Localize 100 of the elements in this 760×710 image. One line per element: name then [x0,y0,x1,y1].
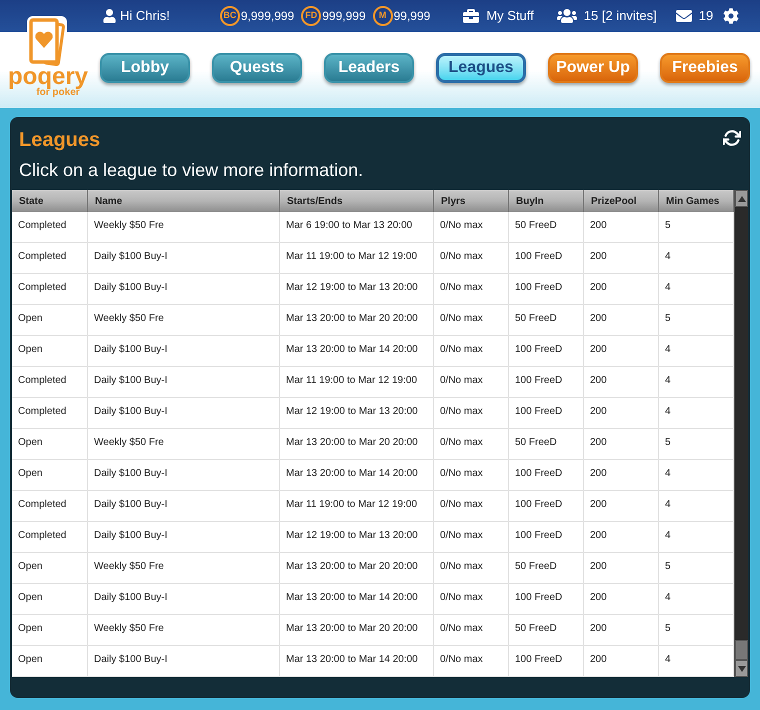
table-cell: Open [12,646,88,676]
table-cell: 200 [584,522,659,552]
column-header[interactable]: Name [88,190,280,212]
table-cell: Daily $100 Buy-I [88,398,280,428]
table-cell: 200 [584,398,659,428]
table-cell: 50 FreeD [509,212,584,242]
table-cell: Mar 11 19:00 to Mar 12 19:00 [280,367,434,397]
table-cell: Completed [12,367,88,397]
coin-icon: M [372,6,393,26]
currency-amount: 9,999,999 [240,8,294,25]
currency-amount: 999,999 [322,8,366,25]
messages-button[interactable]: 19 [674,6,714,26]
my-stuff-button[interactable]: My Stuff [462,6,534,26]
table-cell: 200 [584,553,659,583]
table-cell: 200 [584,615,659,645]
table-cell: Mar 12 19:00 to Mar 13 20:00 [280,522,434,552]
table-cell: 200 [584,274,659,304]
table-cell: Daily $100 Buy-I [88,336,280,366]
table-cell: Completed [12,522,88,552]
table-cell: 200 [584,584,659,614]
greeting: Hi Chris! [120,7,170,26]
table-cell: Mar 12 19:00 to Mar 13 20:00 [280,274,434,304]
scroll-thumb[interactable] [735,640,748,660]
table-cell: Open [12,584,88,614]
table-cell: 50 FreeD [509,429,584,459]
table-cell: Mar 11 19:00 to Mar 12 19:00 [280,491,434,521]
table-cell: Mar 13 20:00 to Mar 20 20:00 [280,553,434,583]
table-cell: Open [12,336,88,366]
table-cell: Mar 13 20:00 to Mar 14 20:00 [280,460,434,490]
table-cell: 50 FreeD [509,553,584,583]
table-cell: Mar 13 20:00 to Mar 14 20:00 [280,584,434,614]
currency-amount: 99,999 [394,8,430,25]
column-header[interactable]: BuyIn [509,190,584,212]
table-cell: Mar 13 20:00 to Mar 20 20:00 [280,429,434,459]
table-cell: 0/No max [434,367,509,397]
table-cell: Daily $100 Buy-I [88,522,280,552]
table-cell: 200 [584,460,659,490]
table-cell: 0/No max [434,584,509,614]
table-cell: 100 FreeD [509,491,584,521]
table-cell: Completed [12,398,88,428]
table-cell: 200 [584,212,659,242]
table-cell: 100 FreeD [509,398,584,428]
table-cell: 200 [584,491,659,521]
table-cell: Completed [12,212,88,242]
table-cell: 100 FreeD [509,584,584,614]
table-cell: 200 [584,243,659,273]
table-cell: Mar 12 19:00 to Mar 13 20:00 [280,398,434,428]
table-cell: 50 FreeD [509,305,584,335]
table-cell: 100 FreeD [509,243,584,273]
table-cell: 100 FreeD [509,460,584,490]
table-cell: 200 [584,336,659,366]
table-cell: 0/No max [434,460,509,490]
table-cell: 0/No max [434,336,509,366]
column-header[interactable]: Starts/Ends [280,190,434,212]
table-cell: Mar 13 20:00 to Mar 14 20:00 [280,646,434,676]
scrollbar[interactable] [734,190,748,677]
friends-button[interactable]: 15 [2 invites] [556,6,657,26]
table-cell: Completed [12,491,88,521]
up-arrow-icon[interactable] [738,196,746,202]
table-cell: Mar 13 20:00 to Mar 14 20:00 [280,336,434,366]
table-cell: 0/No max [434,429,509,459]
table-cell: Weekly $50 Fre [88,615,280,645]
table-cell: Daily $100 Buy-I [88,491,280,521]
table-cell: Open [12,429,88,459]
column-header[interactable]: PrizePool [584,190,659,212]
table-cell: Daily $100 Buy-I [88,460,280,490]
down-arrow-icon[interactable] [738,666,746,672]
table-cell: 0/No max [434,212,509,242]
table-cell: 0/No max [434,243,509,273]
panel-title: Leagues [19,128,100,153]
logo-text: poqery [8,66,88,88]
table-cell: Daily $100 Buy-I [88,274,280,304]
settings-icon[interactable] [723,8,740,24]
column-header[interactable]: State [12,190,88,212]
table-cell: 0/No max [434,274,509,304]
panel-subtitle: Click on a league to view more information. [18,159,364,182]
table-cell: Open [12,553,88,583]
table-cell: Daily $100 Buy-I [88,584,280,614]
table-cell: 200 [584,646,659,676]
table-cell: 0/No max [434,398,509,428]
table-cell: Mar 11 19:00 to Mar 12 19:00 [280,243,434,273]
table-cell: 0/No max [434,646,509,676]
coin-icon: FD [301,6,322,26]
nav-tab[interactable]: Leagues [436,53,526,83]
table-cell: 200 [584,429,659,459]
table-cell: 50 FreeD [509,615,584,645]
table-cell: 100 FreeD [509,522,584,552]
coin-icon: BC [220,6,240,26]
table-cell: Weekly $50 Fre [88,305,280,335]
table-cell: Mar 6 19:00 to Mar 13 20:00 [280,212,434,242]
table-cell: Daily $100 Buy-I [88,243,280,273]
column-header[interactable]: Plyrs [434,190,509,212]
table-cell: 0/No max [434,615,509,645]
logo-tagline: for poker [36,88,80,98]
table-cell: Completed [12,243,88,273]
table-cell: 100 FreeD [509,646,584,676]
table-cell: 0/No max [434,305,509,335]
table-cell: Completed [12,274,88,304]
refresh-icon[interactable] [723,129,741,147]
table-cell: 0/No max [434,491,509,521]
